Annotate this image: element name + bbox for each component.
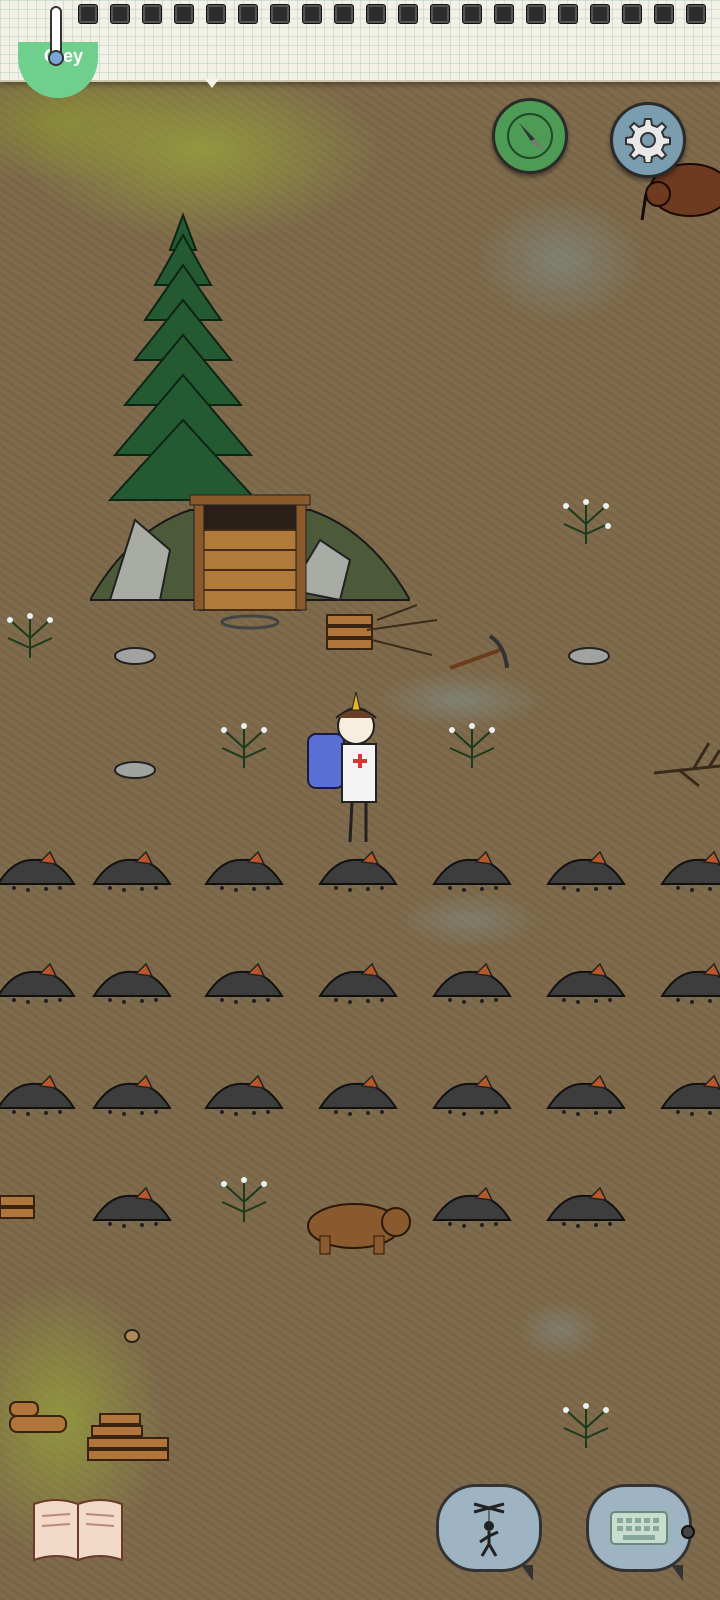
inventory-slot[interactable] bbox=[334, 4, 354, 24]
inventory-slot[interactable] bbox=[430, 4, 450, 24]
ore-pile[interactable] bbox=[544, 1186, 628, 1230]
inventory-slot[interactable] bbox=[558, 4, 578, 24]
emote-puppet-button[interactable] bbox=[436, 1484, 542, 1581]
inventory-slot[interactable] bbox=[462, 4, 482, 24]
inventory-bar bbox=[78, 4, 706, 28]
game-world[interactable] bbox=[0, 0, 720, 1600]
brown-bear[interactable] bbox=[304, 1196, 414, 1256]
ore-pile[interactable] bbox=[202, 850, 286, 894]
inventory-slot[interactable] bbox=[398, 4, 418, 24]
temperature-indicator[interactable]: Oley bbox=[18, 6, 102, 98]
inventory-slot[interactable] bbox=[494, 4, 514, 24]
small-stone[interactable] bbox=[122, 1326, 142, 1344]
ore-pile[interactable] bbox=[202, 1074, 286, 1118]
chat-keyboard-button[interactable] bbox=[586, 1484, 692, 1581]
berry-bush[interactable] bbox=[0, 608, 60, 664]
open-book-icon bbox=[33, 1499, 123, 1562]
log-stack[interactable] bbox=[2, 1398, 68, 1442]
map-compass-button[interactable] bbox=[492, 98, 568, 174]
ore-pile[interactable] bbox=[0, 1074, 78, 1118]
ore-pile[interactable] bbox=[202, 962, 286, 1006]
gear-icon bbox=[625, 118, 671, 163]
inventory-slot[interactable] bbox=[590, 4, 610, 24]
berry-bush[interactable] bbox=[556, 494, 616, 550]
inventory-slot[interactable] bbox=[654, 4, 674, 24]
inventory-slot[interactable] bbox=[206, 4, 226, 24]
ore-pile[interactable] bbox=[544, 1074, 628, 1118]
ore-pile[interactable] bbox=[0, 850, 78, 894]
inventory-slot[interactable] bbox=[686, 4, 706, 24]
inventory-slot[interactable] bbox=[174, 4, 194, 24]
inventory-slot[interactable] bbox=[622, 4, 642, 24]
journal-book-button[interactable] bbox=[30, 1494, 126, 1564]
inventory-slot[interactable] bbox=[238, 4, 258, 24]
pickaxe-item[interactable] bbox=[445, 628, 515, 678]
berry-bush[interactable] bbox=[214, 718, 274, 774]
hud-top-strip bbox=[0, 0, 720, 82]
berry-bush[interactable] bbox=[442, 718, 502, 774]
keyboard-icon bbox=[610, 1511, 668, 1545]
ore-pile[interactable] bbox=[658, 1074, 720, 1118]
log-stack[interactable] bbox=[0, 1190, 40, 1226]
ore-pile[interactable] bbox=[544, 962, 628, 1006]
strip-notch bbox=[204, 78, 220, 88]
compass-icon bbox=[507, 113, 553, 159]
thermometer-icon bbox=[48, 6, 64, 66]
ore-pile[interactable] bbox=[316, 962, 400, 1006]
ore-pile[interactable] bbox=[658, 962, 720, 1006]
inventory-slot[interactable] bbox=[302, 4, 322, 24]
ore-pile[interactable] bbox=[90, 1074, 174, 1118]
firewood-pile[interactable] bbox=[322, 600, 442, 665]
ore-pile[interactable] bbox=[90, 1186, 174, 1230]
inventory-slot[interactable] bbox=[526, 4, 546, 24]
small-stone[interactable] bbox=[110, 756, 160, 780]
puppet-icon bbox=[473, 1502, 505, 1557]
firewood-pile[interactable] bbox=[86, 1410, 176, 1470]
inventory-slot[interactable] bbox=[270, 4, 290, 24]
inventory-slot[interactable] bbox=[110, 4, 130, 24]
pine-tree[interactable] bbox=[100, 210, 270, 510]
ore-pile[interactable] bbox=[430, 962, 514, 1006]
ore-pile[interactable] bbox=[430, 1186, 514, 1230]
berry-bush[interactable] bbox=[214, 1172, 274, 1228]
ore-pile[interactable] bbox=[90, 850, 174, 894]
player-character[interactable] bbox=[306, 692, 390, 860]
small-stone[interactable] bbox=[678, 1522, 698, 1542]
settings-button[interactable] bbox=[610, 102, 686, 178]
small-stone[interactable] bbox=[110, 642, 160, 666]
small-stone[interactable] bbox=[564, 642, 614, 666]
ore-pile[interactable] bbox=[90, 962, 174, 1006]
ore-pile[interactable] bbox=[544, 850, 628, 894]
inventory-slot[interactable] bbox=[366, 4, 386, 24]
ore-pile[interactable] bbox=[658, 850, 720, 894]
ore-pile[interactable] bbox=[316, 1074, 400, 1118]
dead-branch[interactable] bbox=[654, 738, 720, 788]
berry-bush[interactable] bbox=[556, 1398, 616, 1454]
ore-pile[interactable] bbox=[430, 1074, 514, 1118]
ore-pile[interactable] bbox=[0, 962, 78, 1006]
inventory-slot[interactable] bbox=[142, 4, 162, 24]
ore-pile[interactable] bbox=[430, 850, 514, 894]
